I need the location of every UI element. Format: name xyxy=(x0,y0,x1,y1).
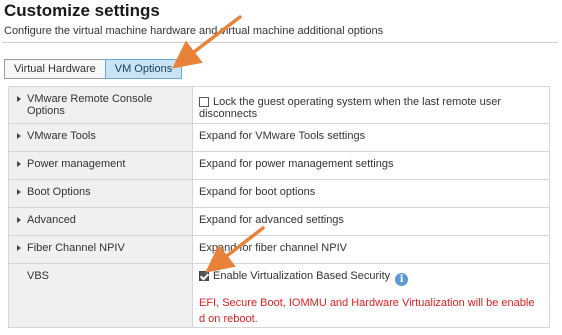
option-label: Fiber Channel NPIV xyxy=(27,242,125,254)
option-row-vbs: VBS Enable Virtualization Based Security… xyxy=(8,263,550,328)
tab-vm-options[interactable]: VM Options xyxy=(104,59,183,79)
tab-bar: Virtual Hardware VM Options xyxy=(4,59,183,79)
option-value-cell: Enable Virtualization Based Security i EF… xyxy=(192,263,550,328)
option-value-cell: Expand for boot options xyxy=(192,179,550,208)
option-value-cell: Expand for advanced settings xyxy=(192,207,550,236)
option-label: Advanced xyxy=(27,214,76,226)
option-row-advanced: Advanced Expand for advanced settings xyxy=(8,207,550,236)
caret-right-icon[interactable] xyxy=(17,161,21,167)
option-row-vmware-tools: VMware Tools Expand for VMware Tools set… xyxy=(8,123,550,152)
option-label: Boot Options xyxy=(27,186,91,198)
option-label-cell[interactable]: Fiber Channel NPIV xyxy=(8,235,193,264)
option-value: Expand for advanced settings xyxy=(199,214,344,226)
option-value-cell: Expand for VMware Tools settings xyxy=(192,123,550,152)
option-label-cell[interactable]: VMware Tools xyxy=(8,123,193,152)
vm-options-table: VMware Remote Console Options Lock the g… xyxy=(8,86,550,328)
vbs-warning-text: EFI, Secure Boot, IOMMU and Hardware Vir… xyxy=(199,297,535,325)
option-label-cell[interactable]: VMware Remote Console Options xyxy=(8,86,193,124)
caret-right-icon[interactable] xyxy=(17,245,21,251)
option-row-power-management: Power management Expand for power manage… xyxy=(8,151,550,180)
option-label: VMware Remote Console Options xyxy=(27,93,153,117)
page-subtitle: Configure the virtual machine hardware a… xyxy=(4,25,384,37)
option-label-cell[interactable]: Boot Options xyxy=(8,179,193,208)
option-label-cell: VBS xyxy=(8,263,193,328)
option-value-cell: Expand for power management settings xyxy=(192,151,550,180)
divider xyxy=(2,42,558,43)
option-row-fiber-channel: Fiber Channel NPIV Expand for fiber chan… xyxy=(8,235,550,264)
option-label-cell[interactable]: Power management xyxy=(8,151,193,180)
option-label: VMware Tools xyxy=(27,130,96,142)
checkbox-label: Enable Virtualization Based Security xyxy=(213,270,391,282)
lock-guest-os-checkbox[interactable] xyxy=(199,97,209,107)
info-icon[interactable]: i xyxy=(395,273,409,286)
checkbox-label: Lock the guest operating system when the… xyxy=(199,96,501,120)
option-value: Expand for power management settings xyxy=(199,158,394,170)
option-label-cell[interactable]: Advanced xyxy=(8,207,193,236)
caret-right-icon[interactable] xyxy=(17,189,21,195)
option-value: Expand for VMware Tools settings xyxy=(199,130,366,142)
option-row-boot-options: Boot Options Expand for boot options xyxy=(8,179,550,208)
annotation-arrow-icon xyxy=(172,15,242,69)
option-row-remote-console: VMware Remote Console Options Lock the g… xyxy=(8,86,550,124)
option-value: Expand for boot options xyxy=(199,186,316,198)
caret-right-icon[interactable] xyxy=(17,133,21,139)
option-label: Power management xyxy=(27,158,126,170)
option-value-cell: Lock the guest operating system when the… xyxy=(192,86,550,124)
option-value: Expand for fiber channel NPIV xyxy=(199,242,347,254)
caret-right-icon[interactable] xyxy=(17,96,21,102)
page-title: Customize settings xyxy=(4,1,160,20)
option-value-cell: Expand for fiber channel NPIV xyxy=(192,235,550,264)
tab-virtual-hardware[interactable]: Virtual Hardware xyxy=(4,59,106,79)
option-label: VBS xyxy=(27,270,50,282)
caret-right-icon[interactable] xyxy=(17,217,21,223)
enable-vbs-checkbox[interactable] xyxy=(199,271,209,281)
